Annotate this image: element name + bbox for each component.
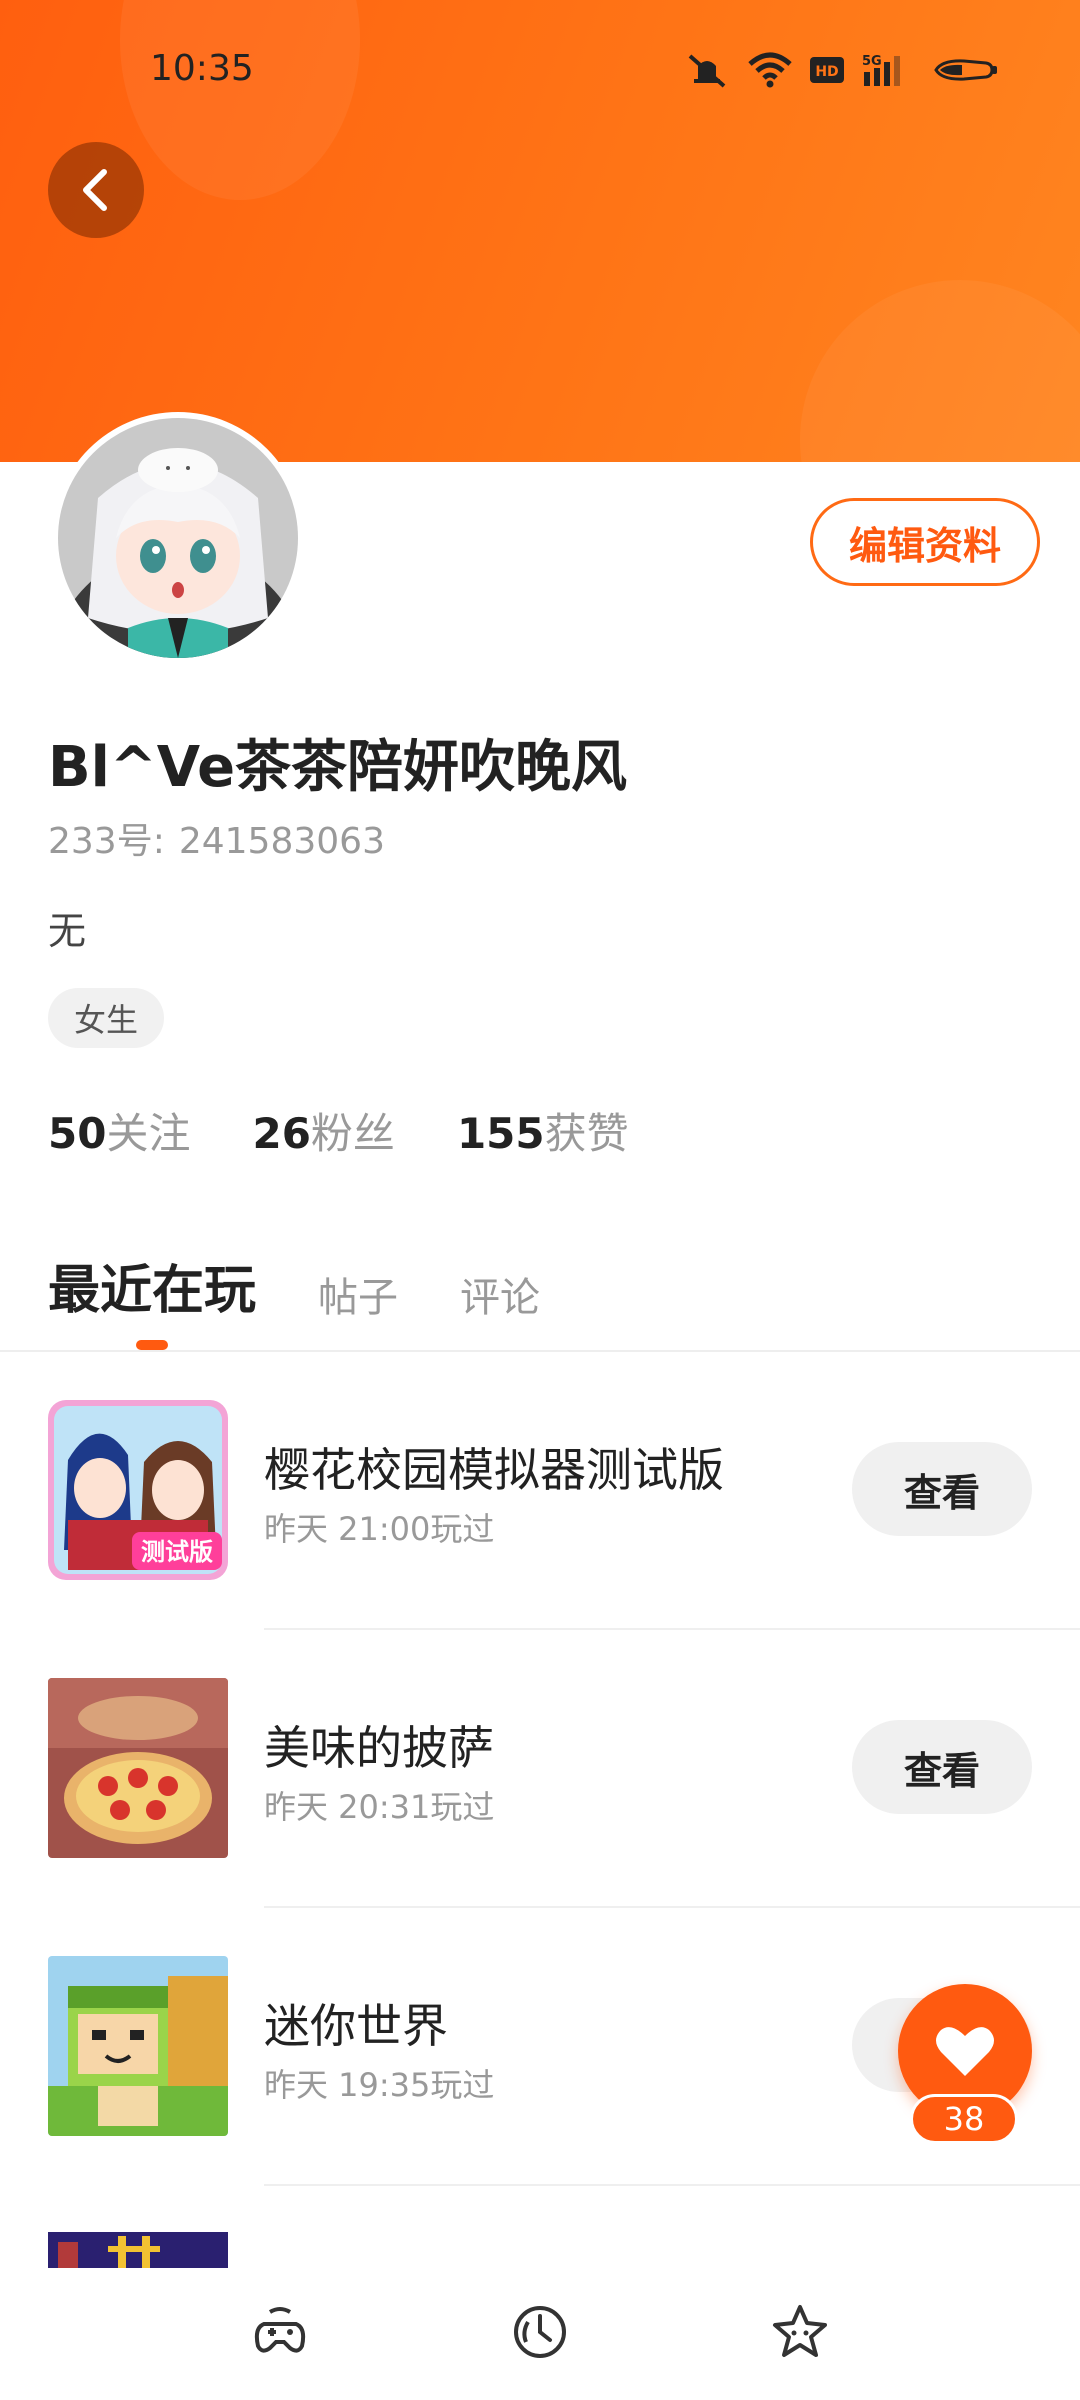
tab-posts[interactable]: 帖子	[318, 1265, 398, 1323]
wifi-icon	[748, 52, 792, 88]
heart-icon	[936, 2027, 994, 2076]
divider	[264, 2184, 1080, 2186]
user-id: 233号: 241583063	[48, 812, 385, 864]
tab-comments[interactable]: 评论	[460, 1265, 540, 1323]
game-controller-icon	[254, 2307, 306, 2353]
game-icon-mini-world	[48, 1956, 228, 2136]
view-button[interactable]: 查看	[852, 1720, 1032, 1814]
list-item[interactable]: 测试版 樱花校园模拟器测试版 昨天 21:00玩过 查看	[0, 1352, 1080, 1630]
stat-value: 50	[48, 1109, 107, 1158]
game-icon-partial	[48, 2232, 228, 2268]
svg-text:5G: 5G	[862, 54, 882, 69]
username: Bl^Ve茶茶陪妍吹晚风	[48, 735, 628, 800]
banner-decoration	[800, 280, 1080, 462]
avatar[interactable]	[52, 412, 304, 664]
stats-row: 50关注 26粉丝 155获赞	[48, 1100, 629, 1161]
profile-tabs: 最近在玩 帖子 评论	[48, 1248, 540, 1323]
badge-test-version: 测试版	[141, 1538, 213, 1566]
game-icon-pizza	[48, 1678, 228, 1858]
stat-value: 26	[252, 1109, 311, 1158]
profile-header-banner: 10:35 HD 5G	[0, 0, 1080, 462]
nav-games[interactable]	[250, 2304, 310, 2364]
game-title: 美味的披萨	[264, 1721, 494, 1775]
game-title: 迷你世界	[264, 1999, 448, 2053]
chevron-left-icon	[83, 169, 107, 211]
game-title: 樱花校园模拟器测试版	[264, 1443, 724, 1497]
user-id-value[interactable]: 241583063	[179, 821, 385, 862]
stat-likes[interactable]: 155获赞	[457, 1100, 629, 1161]
svg-text:HD: HD	[815, 64, 838, 80]
back-button[interactable]	[48, 142, 144, 238]
tab-recently-played[interactable]: 最近在玩	[48, 1248, 256, 1323]
gender-tag: 女生	[48, 988, 165, 1048]
status-icons: HD 5G	[684, 52, 998, 88]
nav-discover[interactable]	[510, 2302, 570, 2366]
nav-favorites[interactable]	[770, 2303, 830, 2365]
stat-label: 粉丝	[310, 1109, 395, 1158]
stat-label: 关注	[106, 1109, 191, 1158]
edit-profile-button[interactable]: 编辑资料	[810, 498, 1040, 586]
bottom-nav	[0, 2268, 1080, 2400]
battery-icon	[934, 59, 997, 81]
stat-fans[interactable]: 26粉丝	[252, 1100, 394, 1161]
game-last-played: 昨天 20:31玩过	[264, 1788, 495, 1826]
tab-active-indicator	[136, 1340, 168, 1350]
game-icon-sakura: 测试版	[48, 1400, 228, 1580]
game-last-played: 昨天 21:00玩过	[264, 1510, 495, 1548]
banner-decoration	[120, 0, 360, 200]
avatar-image	[58, 418, 298, 658]
game-last-played: 昨天 19:35玩过	[264, 2066, 495, 2104]
list-item[interactable]: 美味的披萨 昨天 20:31玩过 查看	[0, 1630, 1080, 1908]
stat-following[interactable]: 50关注	[48, 1100, 190, 1161]
mute-icon	[688, 54, 726, 88]
bio: 无	[48, 909, 87, 953]
star-icon	[773, 2305, 827, 2357]
user-id-label: 233号:	[48, 821, 165, 862]
like-count: 38	[910, 2094, 1018, 2144]
status-time: 10:35	[150, 48, 254, 89]
hd-icon: HD	[810, 57, 844, 83]
stat-label: 获赞	[544, 1109, 629, 1158]
view-button[interactable]: 查看	[852, 1442, 1032, 1536]
stat-value: 155	[456, 1109, 545, 1158]
signal-5g-icon: 5G	[862, 54, 900, 86]
compass-icon	[514, 2306, 566, 2358]
